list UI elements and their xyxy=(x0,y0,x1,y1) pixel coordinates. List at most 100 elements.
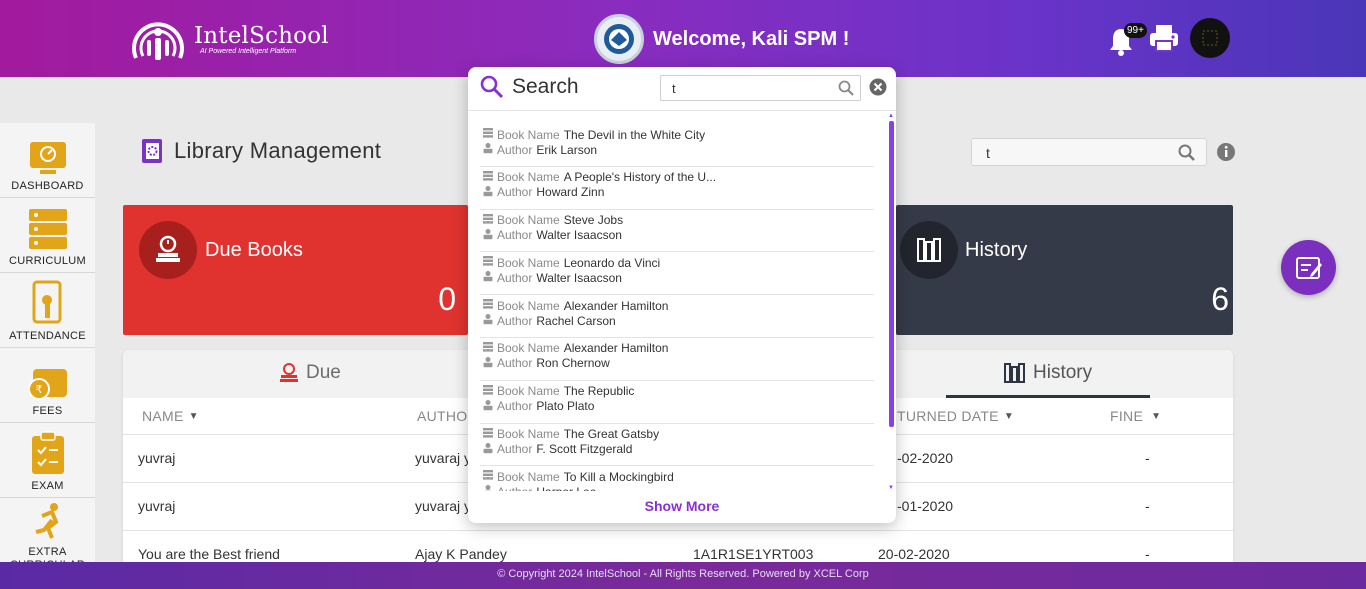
search-modal-title: Search xyxy=(480,75,579,99)
search-result-item[interactable]: Book Name Alexander Hamilton Author Ron Che… xyxy=(480,338,874,381)
active-tab-indicator xyxy=(946,395,1150,398)
cell-code: 1A1R1SE1YRT003 xyxy=(693,546,814,562)
page-title: Library Management xyxy=(140,137,381,165)
logo-mark-icon xyxy=(128,12,188,66)
user-avatar[interactable] xyxy=(1190,18,1230,58)
row-divider xyxy=(123,530,1233,531)
edit-note-button[interactable] xyxy=(1281,240,1336,295)
sidebar-item-curriculum[interactable]: CURRICULUM xyxy=(0,198,95,273)
search-result-item[interactable]: Book NameTo Kill a Mockingbird Author Harp… xyxy=(480,466,874,491)
book-name-value: A People's History of the U... xyxy=(563,170,717,185)
sidebar-item-exam[interactable]: EXAM xyxy=(0,423,95,498)
modal-search-input[interactable]: t xyxy=(660,75,861,101)
history-books-icon xyxy=(900,221,958,279)
cell-name: yuvraj xyxy=(138,450,176,466)
book-name-value: Leonardo da Vinci xyxy=(563,255,661,270)
brand-name: IntelSchool xyxy=(194,23,329,49)
tab-history[interactable]: History xyxy=(1003,362,1092,384)
search-result-item[interactable]: Book Name Steve Jobs Author Walter Isaacson xyxy=(480,210,874,253)
welcome-message: Welcome, Kali SPM ! xyxy=(653,27,850,50)
close-icon[interactable] xyxy=(869,78,887,101)
fees-icon: ₹ xyxy=(27,369,67,400)
book-name-value: Alexander Hamilton xyxy=(563,341,669,356)
history-title: History xyxy=(965,239,1028,261)
author-label: Author xyxy=(497,185,533,200)
search-result-item[interactable]: Book Name Leonardo da Vinci Author Walter I… xyxy=(480,252,874,296)
book-name-label: Book Name xyxy=(497,384,560,399)
sort-caret-icon: ▼ xyxy=(1151,410,1162,422)
book-icon xyxy=(482,213,494,228)
page-title-text: Library Management xyxy=(174,138,382,163)
search-result-item[interactable]: Book Name The Great Gatsby Author F. Scott … xyxy=(480,424,874,467)
book-name-value: The Great Gatsby xyxy=(563,427,660,442)
author-icon xyxy=(482,313,494,328)
notification-bell-icon[interactable]: 99+ xyxy=(1108,21,1147,56)
printer-icon[interactable] xyxy=(1148,22,1180,54)
search-icon[interactable] xyxy=(1178,144,1196,162)
search-result-item[interactable]: Book Name A People's History of the U... A… xyxy=(480,167,874,210)
book-icon xyxy=(482,341,494,356)
author-label: Author xyxy=(497,485,532,491)
top-header: IntelSchool AI Powered Intelligent Platf… xyxy=(0,0,1366,77)
due-books-count: 0 xyxy=(438,281,456,317)
book-name-label: Book Name xyxy=(497,255,560,270)
due-books-card[interactable]: Due Books 0 xyxy=(123,205,468,335)
book-name-label: Book Name xyxy=(497,427,560,442)
tab-due[interactable]: Due xyxy=(278,362,341,384)
sidebar-item-dashboard[interactable]: DASHBOARD xyxy=(0,123,95,198)
sidebar-nav: DASHBOARD CURRICULUM ATTENDANCE ₹ FEES E… xyxy=(0,123,95,563)
book-icon xyxy=(482,427,494,442)
sidebar-item-label: CURRICULUM xyxy=(9,255,86,267)
intelschool-logo[interactable]: IntelSchool AI Powered Intelligent Platf… xyxy=(128,12,329,66)
author-value: F. Scott Fitzgerald xyxy=(536,442,633,457)
column-header-fine[interactable]: FINE ▼ xyxy=(1110,408,1161,424)
cell-fine: - xyxy=(1145,450,1150,466)
search-result-item[interactable]: Book Name Alexander Hamilton Author Rachel … xyxy=(480,295,874,338)
sidebar-item-label: EXTRA CURRICULAR xyxy=(10,546,85,563)
sidebar-item-attendance[interactable]: ATTENDANCE xyxy=(0,273,95,348)
history-count: 6 xyxy=(1211,281,1229,317)
sidebar-item-label: DASHBOARD xyxy=(11,180,84,192)
search-result-item[interactable]: Book Name The Devil in the White City Auth… xyxy=(480,124,874,167)
library-search-input[interactable]: t xyxy=(971,138,1207,166)
column-header-author[interactable]: AUTHO xyxy=(417,408,468,424)
author-label: Author xyxy=(497,399,533,414)
book-icon xyxy=(482,469,494,484)
sidebar-item-fees[interactable]: ₹ FEES xyxy=(0,348,95,423)
book-name-value: To Kill a Mockingbird xyxy=(563,469,674,484)
search-result-item[interactable]: Book Name The Republic Author Plato Plato xyxy=(480,381,874,424)
book-icon xyxy=(482,298,494,313)
history-card[interactable]: History 6 xyxy=(896,205,1233,335)
search-modal: Search t Book Name The Devil in the White… xyxy=(468,67,896,523)
history-tab-icon xyxy=(1004,363,1025,383)
author-icon xyxy=(482,484,494,491)
author-label: Author xyxy=(497,270,533,285)
scroll-up-arrow-icon[interactable]: ▲ xyxy=(888,113,894,119)
book-name-label: Book Name xyxy=(497,341,560,356)
tab-history-label: History xyxy=(1033,362,1093,383)
search-icon[interactable] xyxy=(838,80,854,96)
book-icon xyxy=(482,255,494,270)
show-more-link[interactable]: Show More xyxy=(468,498,896,514)
author-value: Rachel Carson xyxy=(536,313,616,328)
book-icon xyxy=(482,127,494,142)
book-name-label: Book Name xyxy=(497,127,560,142)
info-icon[interactable] xyxy=(1216,142,1236,167)
author-label: Author xyxy=(497,442,533,457)
author-label: Author xyxy=(497,142,533,157)
cell-date: -02-2020 xyxy=(897,450,954,466)
search-icon xyxy=(480,75,504,99)
column-header-name[interactable]: NAME ▼ xyxy=(142,408,199,424)
footer: © Copyright 2024 IntelSchool - All Right… xyxy=(0,562,1366,589)
scroll-down-arrow-icon[interactable]: ▼ xyxy=(888,485,894,491)
cell-name: yuvraj xyxy=(138,498,176,514)
brand-tagline: AI Powered Intelligent Platform xyxy=(200,48,297,55)
column-header-returned-date[interactable]: TURNED DATE ▼ xyxy=(897,408,1014,424)
library-search-value: t xyxy=(986,145,990,161)
sidebar-item-label: EXAM xyxy=(31,480,64,492)
author-value: Erik Larson xyxy=(536,142,598,157)
sidebar-item-extra-curricular[interactable]: EXTRA CURRICULAR xyxy=(0,498,95,563)
notification-count-badge: 99+ xyxy=(1124,23,1147,38)
attendance-icon xyxy=(32,280,61,324)
results-scrollbar-thumb[interactable] xyxy=(889,121,894,427)
